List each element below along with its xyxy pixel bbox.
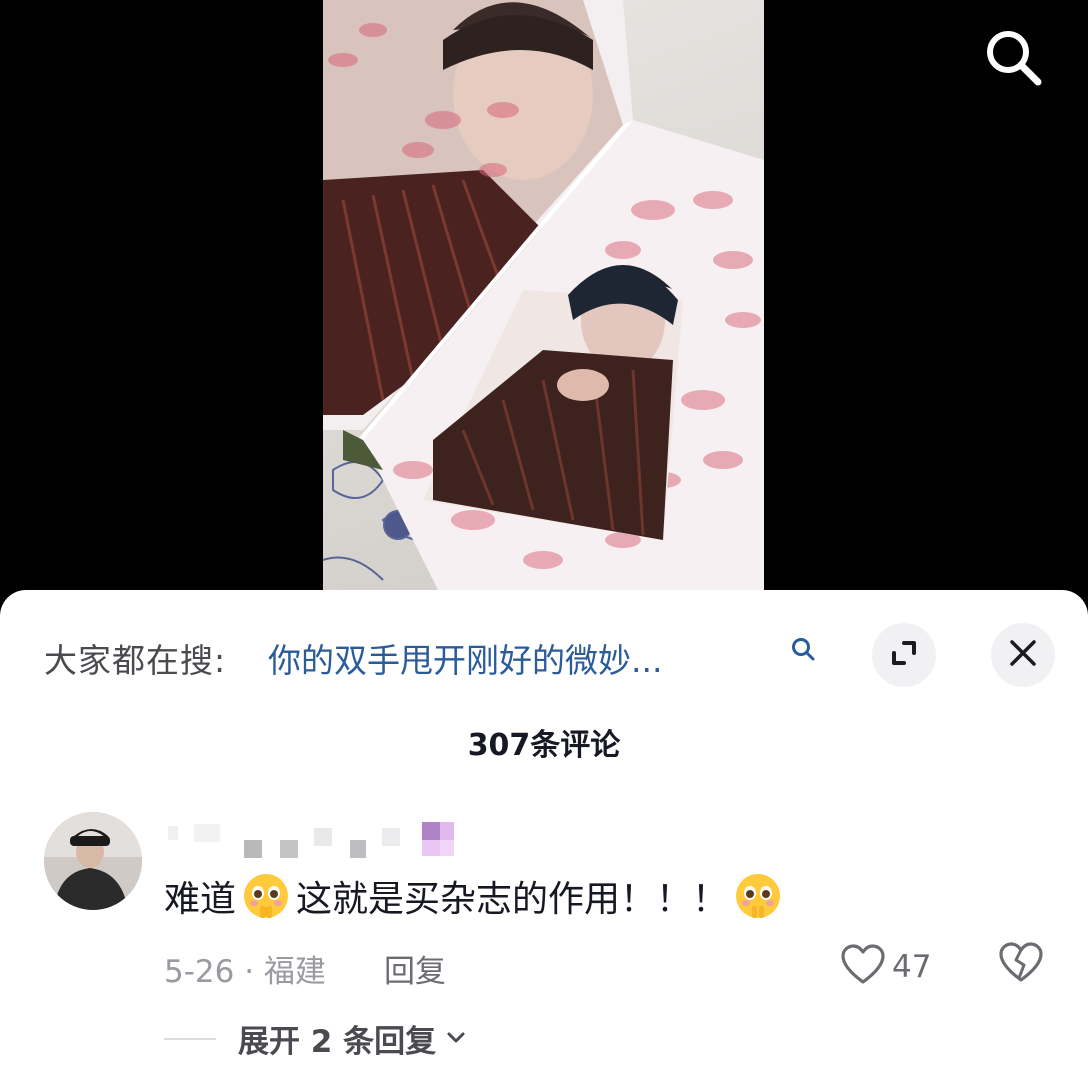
comment-text: 难道 这就是买杂志的作用！！！	[164, 870, 788, 922]
divider-line	[164, 1037, 216, 1040]
comment-sheet: 大家都在搜: 你的双手甩开刚好的微妙... 307条评论 难道 这就是买杂志的作…	[0, 590, 1088, 1080]
top-search-icon[interactable]	[982, 26, 1044, 88]
close-button[interactable]	[991, 623, 1055, 687]
like-button[interactable]: 47	[840, 942, 931, 992]
trending-search-prefix: 大家都在搜:	[44, 641, 227, 680]
chevron-down-icon	[444, 1025, 468, 1053]
pleading-face-emoji	[240, 870, 292, 922]
heart-icon	[840, 942, 886, 992]
close-icon	[1008, 638, 1038, 672]
avatar[interactable]	[44, 812, 142, 910]
expand-replies-button[interactable]: 展开 2 条回复	[164, 1016, 468, 1061]
comment-count-title: 307条评论	[467, 728, 621, 763]
broken-heart-icon[interactable]	[998, 940, 1044, 986]
username-redacted[interactable]	[168, 818, 468, 858]
comment-text-part1: 难道	[164, 879, 237, 920]
video-frame[interactable]	[323, 0, 764, 600]
expand-icon	[888, 637, 920, 673]
trending-search-query[interactable]: 你的双手甩开刚好的微妙...	[268, 634, 778, 682]
comment-date-location: 5-26 · 福建	[164, 954, 326, 990]
expand-replies-label: 展开 2 条回复	[238, 1024, 437, 1060]
expand-button[interactable]	[872, 623, 936, 687]
comment-item: 难道 这就是买杂志的作用！！！ 5-26 · 福建 回复 47 展开 2 条回复	[44, 812, 1054, 1072]
reply-button[interactable]: 回复	[384, 946, 446, 991]
video-player[interactable]	[0, 0, 1088, 600]
like-count: 47	[892, 949, 932, 985]
search-icon[interactable]	[790, 636, 816, 662]
comment-text-part2: 这就是买杂志的作用！！！	[296, 879, 729, 920]
pleading-face-emoji	[732, 870, 784, 922]
trending-search-row: 大家都在搜: 你的双手甩开刚好的微妙...	[44, 620, 1058, 688]
magazine-photo	[323, 0, 764, 600]
